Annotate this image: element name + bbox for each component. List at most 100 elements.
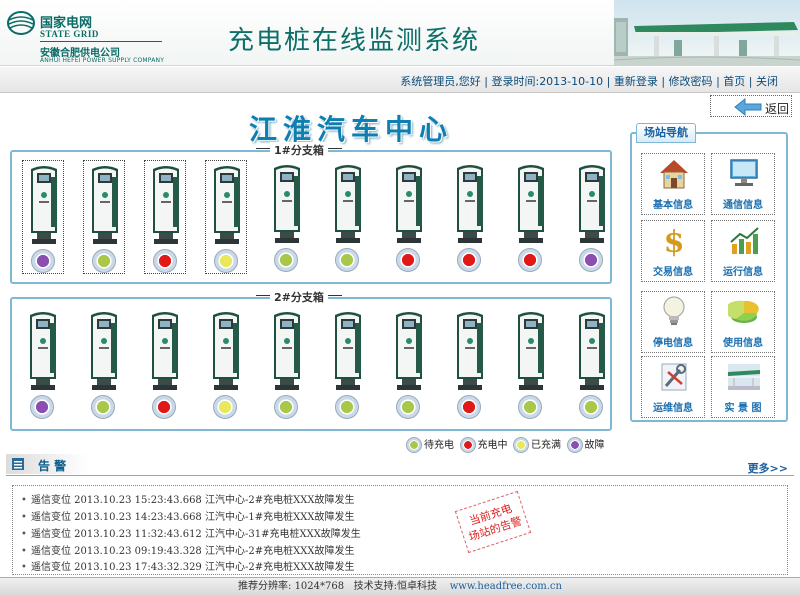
box1-charging-pile[interactable] (327, 160, 369, 274)
pile-status-idle-button[interactable] (335, 395, 359, 419)
nav-transaction-info[interactable]: $ 交易信息 (641, 220, 705, 282)
pile-status-fault-button[interactable] (31, 249, 55, 273)
branch-box-2: 2#分支箱 (10, 289, 613, 431)
nav-basic-info[interactable]: 基本信息 (641, 153, 705, 215)
state-grid-emblem-icon (7, 11, 35, 35)
charging-pile-icon (579, 165, 605, 243)
pile-status-idle-button[interactable] (579, 395, 603, 419)
box2-charging-pile[interactable] (510, 307, 552, 421)
alarm-row[interactable]: • 遥信变位 2013.10.23 09:19:43.328 江汽中心-2#充电桩… (21, 542, 354, 559)
change-password-link[interactable]: 修改密码 (669, 75, 713, 88)
pie-chart-icon (728, 300, 759, 323)
box1-charging-pile[interactable] (22, 160, 64, 274)
station-title: 江淮汽车中心 (248, 113, 453, 146)
alarm-row[interactable]: • 遥信变位 2013.10.23 14:23:43.668 江汽中心-1#充电桩… (21, 508, 354, 525)
separator: | (484, 75, 488, 88)
pile-status-idle-button[interactable] (335, 248, 359, 272)
svg-text:$: $ (664, 225, 685, 258)
charging-pile-icon (31, 166, 57, 244)
box1-charging-pile[interactable] (205, 160, 247, 274)
nav-operation-info-label: 运行信息 (723, 267, 763, 278)
charging-station-banner-image (614, 0, 800, 66)
legend-full: 已充满 (513, 436, 561, 453)
close-link[interactable]: 关闭 (756, 75, 778, 88)
nav-usage-info[interactable]: 使用信息 (711, 291, 775, 353)
box2-charging-pile[interactable] (388, 307, 430, 421)
box2-charging-pile[interactable] (449, 307, 491, 421)
pile-status-charging-button[interactable] (396, 248, 420, 272)
alarm-list: • 遥信变位 2013.10.23 15:23:43.668 江汽中心-2#充电桩… (12, 485, 788, 575)
charging-pile-icon (214, 166, 240, 244)
separator: | (716, 75, 720, 88)
alarm-row[interactable]: • 遥信变位 2013.10.23 11:32:43.612 江汽中心-31#充电… (21, 525, 361, 542)
pile-status-charging-button[interactable] (457, 248, 481, 272)
pile-status-idle-button[interactable] (274, 248, 298, 272)
box2-charging-pile[interactable] (266, 307, 308, 421)
legend-fault-dot (566, 437, 583, 453)
lightbulb-icon (663, 296, 685, 325)
nav-photo[interactable]: 实 景 图 (711, 356, 775, 418)
photo-icon (728, 364, 760, 390)
back-label: 返回 (765, 102, 790, 116)
footer-resolution: 推荐分辨率: 1024*768 (238, 581, 345, 592)
user-info-text: 系统管理员,您好 | 登录时间:2013-10-10 | 重新登录 | 修改密码… (400, 73, 778, 89)
box1-charging-pile[interactable] (449, 160, 491, 274)
login-time: 2013-10-10 (539, 75, 604, 88)
alarm-row[interactable]: • 遥信变位 2013.10.23 15:23:43.668 江汽中心-2#充电桩… (21, 491, 354, 508)
alarm-row-text: 遥信变位 2013.10.23 15:23:43.668 江汽中心-2#充电桩X… (31, 495, 355, 506)
header: 国家电网 STATE GRID 安徽合肥供电公司 ANHUI HEFEI POW… (0, 0, 800, 66)
pile-status-idle-button[interactable] (518, 395, 542, 419)
box2-charging-pile[interactable] (327, 307, 369, 421)
pile-status-charging-button[interactable] (153, 249, 177, 273)
footer-url-link[interactable]: www.headfree.com.cn (450, 581, 562, 592)
nav-basic-info-label: 基本信息 (653, 200, 693, 211)
box1-charging-pile[interactable] (388, 160, 430, 274)
box2-charging-pile[interactable] (205, 307, 247, 421)
bullet-icon: • (21, 546, 27, 557)
box2-charging-pile[interactable] (571, 307, 613, 421)
status-legend: 待充电 充电中 已充满 故障 (406, 436, 607, 456)
alarm-list-icon (12, 458, 24, 470)
pile-status-idle-button[interactable] (274, 395, 298, 419)
back-button[interactable]: 返回 (710, 95, 792, 117)
bullet-icon: • (21, 529, 27, 540)
box1-charging-pile[interactable] (510, 160, 552, 274)
box1-charging-pile[interactable] (83, 160, 125, 274)
footer-support: 技术支持:恒卓科技 (353, 581, 438, 592)
nav-comm-info[interactable]: 通信信息 (711, 153, 775, 215)
alarm-title: 告 警 (38, 459, 67, 473)
pile-status-charging-button[interactable] (457, 395, 481, 419)
nav-maintenance-info[interactable]: 运维信息 (641, 356, 705, 418)
relogin-link[interactable]: 重新登录 (614, 75, 658, 88)
charging-pile-icon (92, 166, 118, 244)
charging-pile-icon (579, 312, 605, 390)
legend-full-dot (513, 437, 529, 453)
nav-comm-info-label: 通信信息 (723, 200, 763, 211)
nav-photo-label: 实 景 图 (724, 403, 762, 414)
more-alarms-link[interactable]: 更多>> (748, 460, 788, 476)
box1-charging-pile[interactable] (144, 160, 186, 274)
box1-charging-pile[interactable] (571, 160, 613, 274)
box2-charging-pile[interactable] (83, 307, 125, 421)
box2-charging-pile[interactable] (22, 307, 64, 421)
state-grid-logo: 国家电网 STATE GRID 安徽合肥供电公司 ANHUI HEFEI POW… (6, 8, 166, 64)
pile-status-fault-button[interactable] (30, 395, 54, 419)
nav-operation-info[interactable]: 运行信息 (711, 220, 775, 282)
pile-status-full-button[interactable] (213, 395, 237, 419)
box2-charging-pile[interactable] (144, 307, 186, 421)
pile-status-full-button[interactable] (214, 249, 238, 273)
pile-status-charging-button[interactable] (518, 248, 542, 272)
alarm-row[interactable]: • 遥信变位 2013.10.23 17:43:32.329 江汽中心-2#充电桩… (21, 558, 354, 575)
pile-status-idle-button[interactable] (91, 395, 115, 419)
charging-pile-icon (335, 312, 361, 390)
nav-outage-info[interactable]: 停电信息 (641, 291, 705, 353)
pile-status-idle-button[interactable] (92, 249, 116, 273)
pile-status-idle-button[interactable] (396, 395, 420, 419)
legend-charging-dot (459, 437, 476, 453)
station-nav-tab[interactable]: 场站导航 (636, 123, 696, 143)
pile-status-charging-button[interactable] (152, 395, 176, 419)
box1-charging-pile[interactable] (266, 160, 308, 274)
pile-status-fault-button[interactable] (579, 248, 603, 272)
home-link[interactable]: 首页 (723, 75, 745, 88)
separator: | (606, 75, 611, 88)
